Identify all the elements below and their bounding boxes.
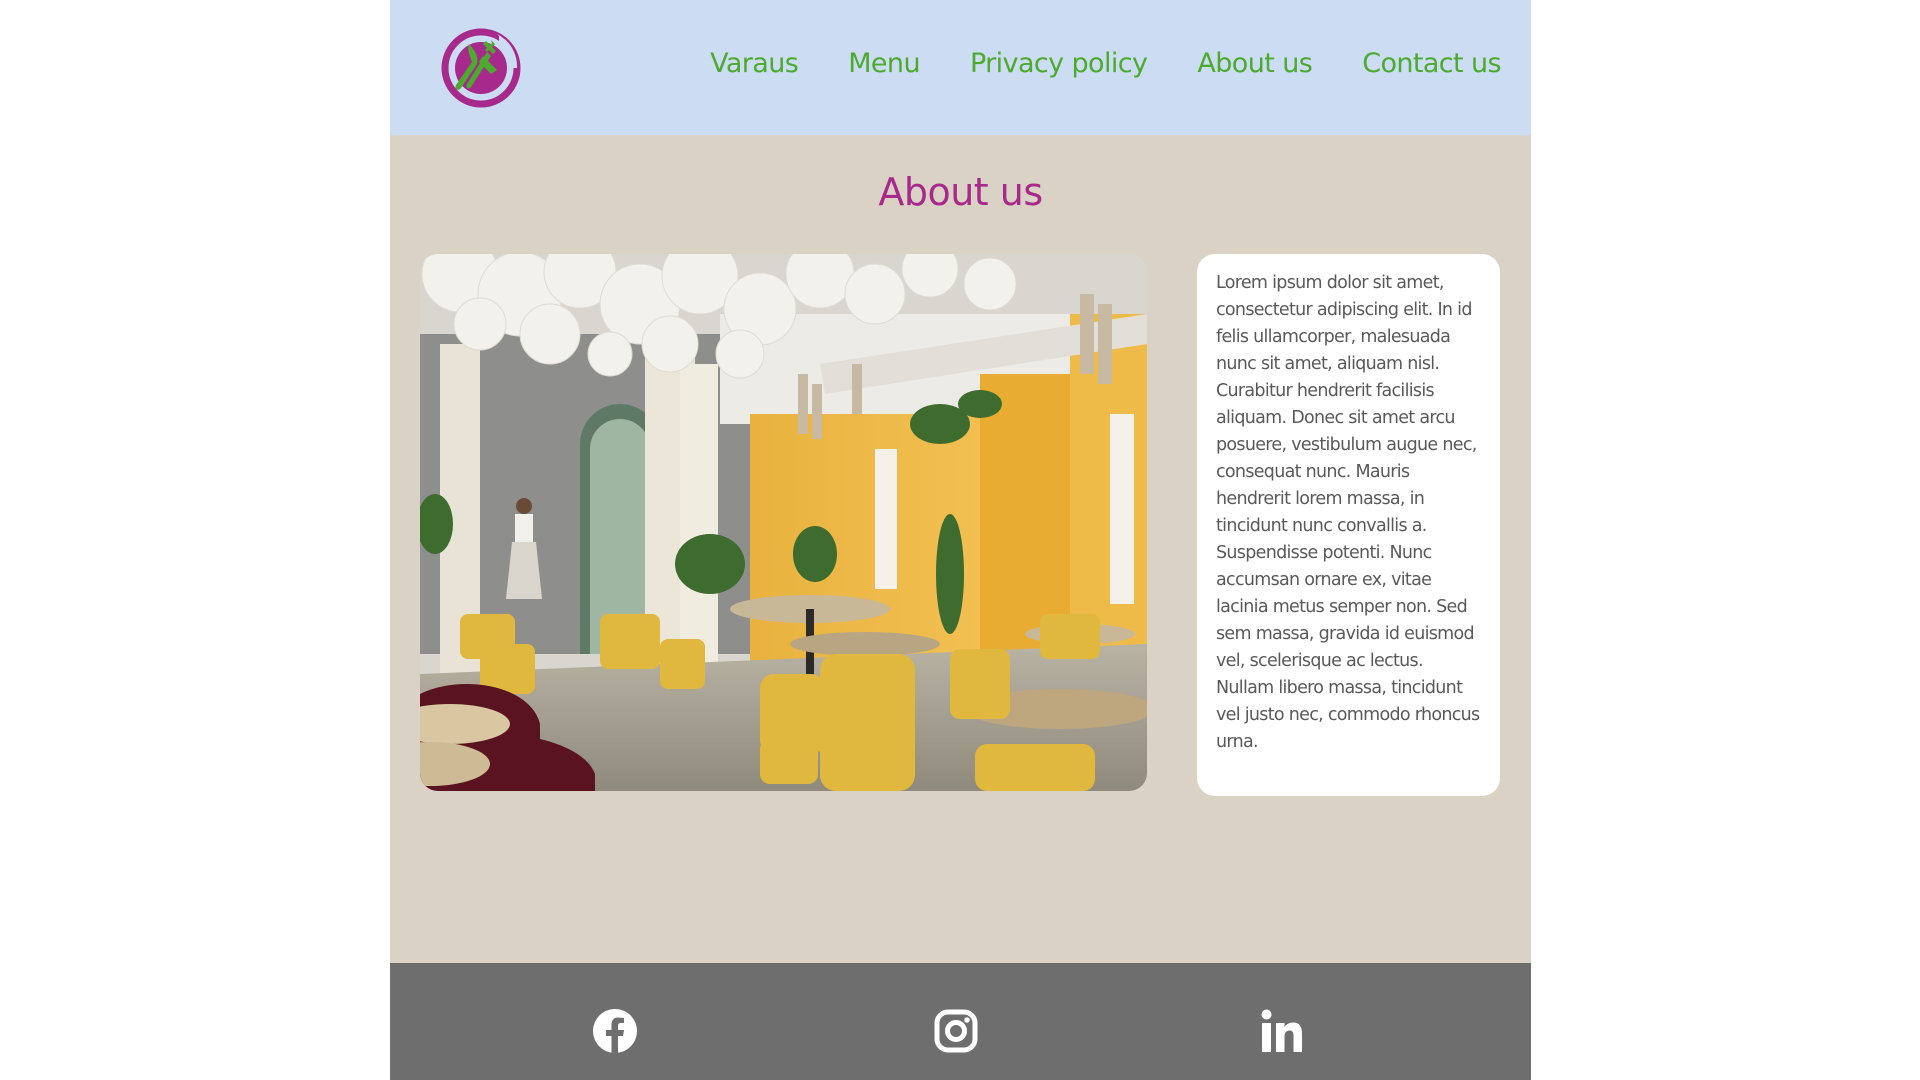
- nav-privacy-policy[interactable]: Privacy policy: [970, 48, 1148, 79]
- site-header: Varaus Menu Privacy policy About us Cont…: [390, 0, 1531, 135]
- nav-varaus[interactable]: Varaus: [710, 48, 799, 79]
- main-nav: Varaus Menu Privacy policy About us Cont…: [660, 48, 1502, 79]
- site-footer: [390, 963, 1531, 1080]
- nav-about-us[interactable]: About us: [1197, 48, 1312, 79]
- about-text: Lorem ipsum dolor sit amet, consectetur …: [1216, 273, 1480, 752]
- page: Varaus Menu Privacy policy About us Cont…: [390, 0, 1531, 1080]
- page-title: About us: [878, 170, 1043, 214]
- instagram-icon[interactable]: [933, 1008, 979, 1054]
- nav-contact-us[interactable]: Contact us: [1362, 48, 1501, 79]
- restaurant-interior-photo: [420, 254, 1147, 791]
- about-text-card: Lorem ipsum dolor sit amet, consectetur …: [1197, 254, 1500, 796]
- linkedin-icon[interactable]: [1259, 1008, 1305, 1054]
- nav-menu[interactable]: Menu: [848, 48, 920, 79]
- fork-knife-plate-logo-icon[interactable]: [439, 26, 523, 110]
- facebook-icon[interactable]: [592, 1008, 638, 1054]
